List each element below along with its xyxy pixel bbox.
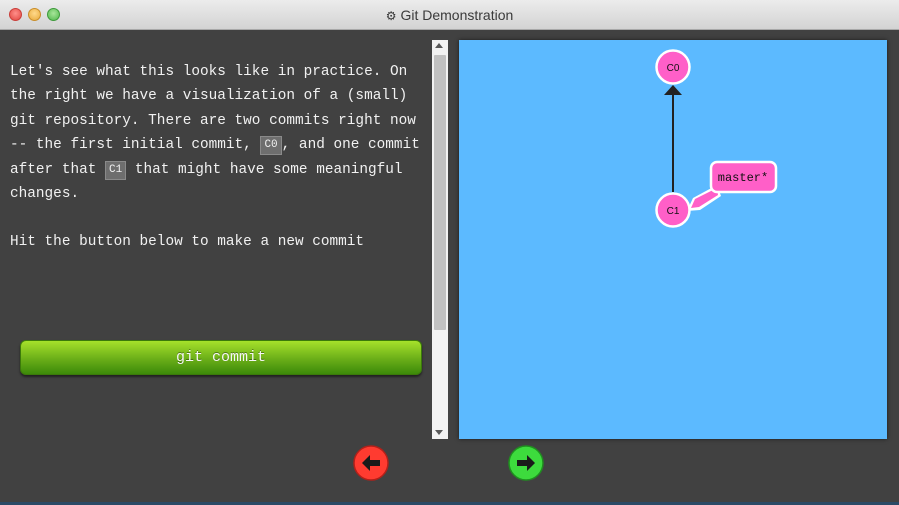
forward-button[interactable] bbox=[508, 445, 544, 481]
back-button[interactable] bbox=[353, 445, 389, 481]
c0-code-badge: C0 bbox=[260, 136, 282, 156]
branch-label-master: master* bbox=[718, 171, 768, 185]
c1-code-badge: C1 bbox=[105, 160, 127, 180]
scroll-thumb[interactable] bbox=[434, 55, 446, 330]
git-graph: master* C0 C1 bbox=[655, 49, 778, 228]
right-arrow-icon bbox=[508, 445, 544, 481]
window-title-group: ⚙ Git Demonstration bbox=[0, 7, 899, 23]
left-arrow-icon bbox=[353, 445, 389, 481]
instruction-paragraph: Let's see what this looks like in practi… bbox=[10, 60, 430, 206]
scroll-up-arrow-icon[interactable] bbox=[435, 43, 443, 48]
instruction-text: Let's see what this looks like in practi… bbox=[10, 60, 430, 255]
commit-label-c1: C1 bbox=[667, 206, 680, 217]
app-window: ⚙ Git Demonstration Let's see what this l… bbox=[0, 0, 899, 505]
title-bar: ⚙ Git Demonstration bbox=[0, 0, 899, 30]
git-visualization: master* C0 C1 bbox=[459, 40, 887, 439]
text-scrollbar[interactable] bbox=[432, 40, 448, 439]
git-commit-button[interactable]: git commit bbox=[20, 340, 422, 375]
hint-text: Hit the button below to make a new commi… bbox=[10, 234, 365, 251]
window-title: Git Demonstration bbox=[400, 7, 514, 23]
gear-icon: ⚙ bbox=[385, 9, 397, 23]
scroll-down-arrow-icon[interactable] bbox=[435, 430, 443, 435]
commit-label-c0: C0 bbox=[667, 63, 680, 74]
edge-arrowhead bbox=[664, 85, 682, 95]
